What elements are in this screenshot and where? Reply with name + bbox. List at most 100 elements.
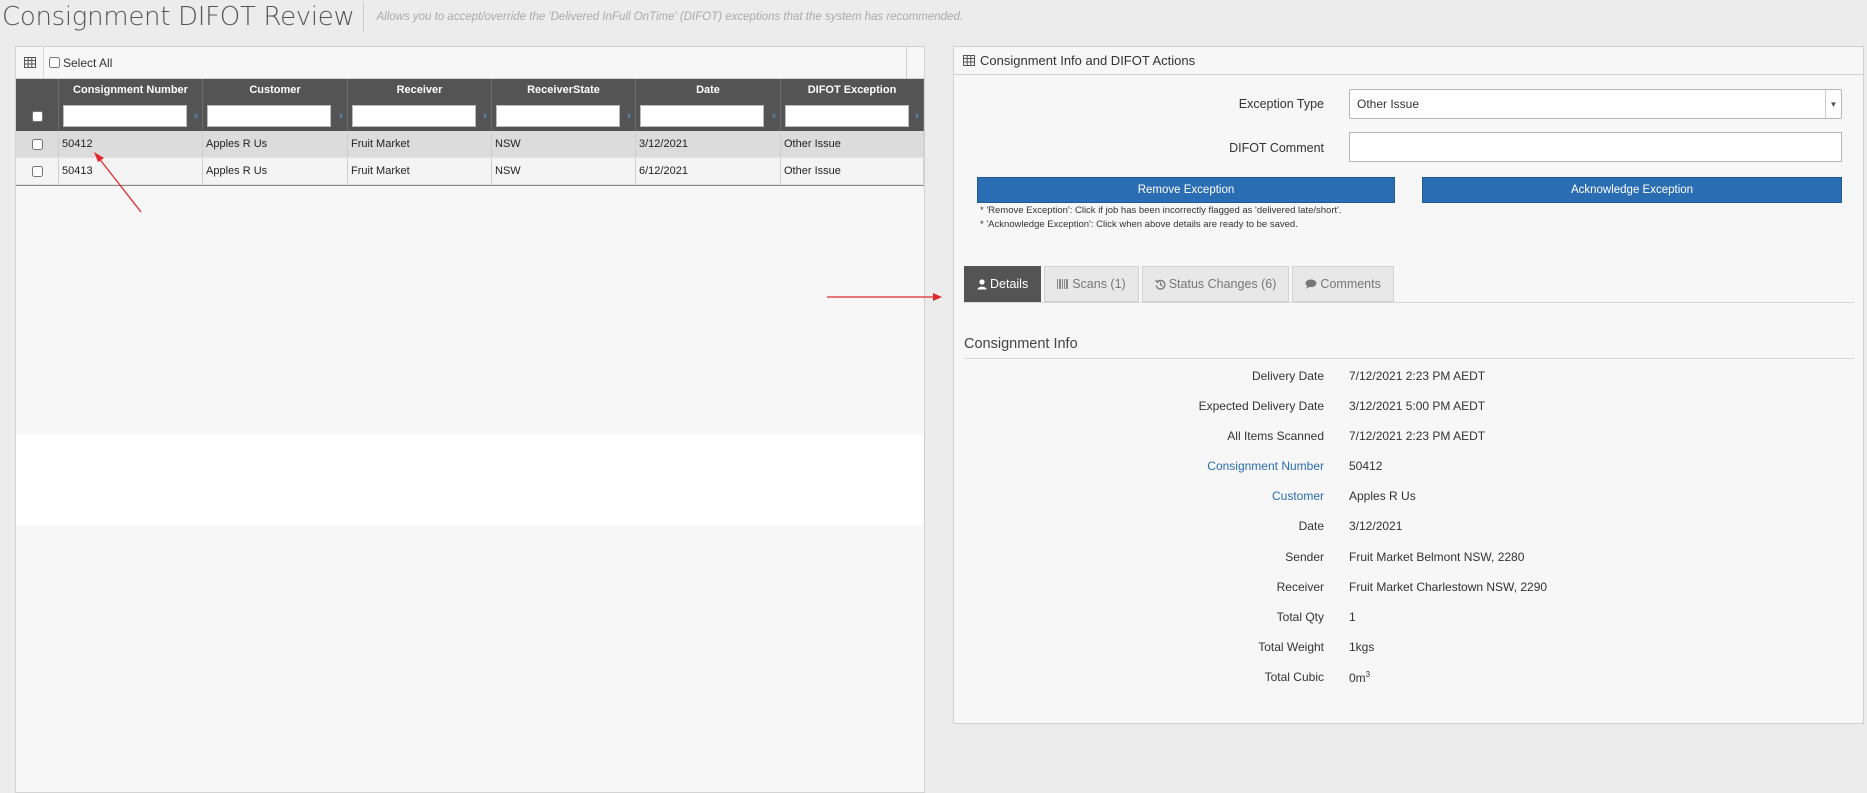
all-items-scanned-value: 7/12/2021 2:23 PM AEDT (1349, 429, 1486, 443)
tab-details[interactable]: Details (964, 266, 1042, 302)
column-header-consignment-number[interactable]: Consignment Number (59, 79, 203, 101)
info-tabs: Details Scans (1) Status Changes (6) Com… (964, 266, 1397, 302)
clear-filter-icon[interactable]: x (915, 111, 919, 120)
clear-filter-icon[interactable]: x (483, 111, 487, 120)
consignment-number-link[interactable]: Consignment Number (1074, 459, 1324, 473)
receiver-value: Fruit Market Charlestown NSW, 2290 (1349, 580, 1548, 594)
sender-label: Sender (1285, 550, 1324, 564)
cell-date[interactable]: 3/12/2021 (636, 131, 781, 157)
total-cubic-number: 0m (1349, 671, 1366, 685)
row-checkbox-cell (16, 158, 59, 184)
tab-details-label: Details (990, 277, 1029, 291)
clear-filter-icon[interactable]: x (772, 111, 776, 120)
delivery-date-value: 7/12/2021 2:23 PM AEDT (1349, 369, 1486, 383)
filter-cell: x (203, 101, 348, 131)
cubic-unit-exponent: 3 (1365, 670, 1371, 679)
cell-receiver[interactable]: Fruit Market (348, 158, 492, 184)
user-icon (977, 278, 987, 290)
filter-date-input[interactable] (640, 105, 764, 127)
sender-value: Fruit Market Belmont NSW, 2280 (1349, 550, 1525, 564)
toolbar-divider (906, 47, 907, 79)
filter-cell: x (781, 101, 924, 131)
table-icon[interactable] (16, 46, 44, 79)
filter-receiver-input[interactable] (352, 105, 476, 127)
delivery-date-label: Delivery Date (1251, 369, 1324, 383)
select-all[interactable]: Select All (49, 56, 112, 70)
tab-status-changes[interactable]: Status Changes (6) (1141, 266, 1290, 302)
filter-consignment-number-input[interactable] (63, 105, 187, 127)
tab-scans[interactable]: Scans (1) (1044, 266, 1139, 302)
difot-comment-label: DIFOT Comment (1229, 141, 1324, 155)
remove-exception-button[interactable]: Remove Exception (977, 177, 1395, 203)
total-cubic-label: Total Cubic (1264, 670, 1324, 684)
grid-empty-area (16, 434, 924, 525)
expected-delivery-date-label: Expected Delivery Date (1198, 399, 1324, 413)
acknowledge-exception-help: * 'Acknowledge Exception': Click when ab… (980, 219, 1298, 230)
column-header-receiver-state[interactable]: ReceiverState (492, 79, 636, 101)
select-all-checkbox[interactable] (49, 57, 60, 68)
filter-cell: x (492, 101, 636, 131)
column-header-customer[interactable]: Customer (203, 79, 348, 101)
clear-filter-icon[interactable]: x (194, 111, 198, 120)
difot-comment-input[interactable] (1349, 132, 1842, 162)
column-header-difot-exception[interactable]: DIFOT Exception (781, 79, 924, 101)
clear-filter-icon[interactable]: x (627, 111, 631, 120)
tab-comments[interactable]: Comments (1292, 266, 1394, 302)
total-qty-label: Total Qty (1276, 610, 1324, 624)
tab-status-changes-label: Status Changes (6) (1168, 277, 1277, 291)
row-checkbox-cell (16, 131, 59, 157)
consignment-info-panel: Consignment Info and DIFOT Actions Excep… (953, 46, 1864, 724)
cell-date[interactable]: 6/12/2021 (636, 158, 781, 184)
header-checkbox-col (16, 79, 59, 101)
remove-exception-help: * 'Remove Exception': Click if job has b… (980, 205, 1342, 216)
column-header-receiver[interactable]: Receiver (348, 79, 492, 101)
table-icon (963, 55, 975, 66)
cell-consignment-number[interactable]: 50413 (59, 158, 203, 184)
filter-customer-input[interactable] (207, 105, 331, 127)
exception-type-value: Other Issue (1357, 97, 1420, 111)
expected-delivery-date-value: 3/12/2021 5:00 PM AEDT (1349, 399, 1486, 413)
row-checkbox[interactable] (31, 138, 43, 150)
filter-difot-exception-input[interactable] (785, 105, 909, 127)
filter-receiver-state-input[interactable] (496, 105, 620, 127)
clear-filter-icon[interactable]: x (339, 111, 343, 120)
total-qty-value: 1 (1349, 610, 1356, 624)
exception-type-select[interactable]: Other Issue ▼ (1349, 89, 1842, 119)
exception-type-label: Exception Type (1238, 97, 1324, 111)
table-row[interactable]: 50413 Apples R Us Fruit Market NSW 6/12/… (16, 158, 924, 185)
customer-link[interactable]: Customer (1074, 489, 1324, 503)
row-checkbox[interactable] (31, 165, 43, 177)
cell-customer[interactable]: Apples R Us (203, 158, 348, 184)
page-title: Consignment DIFOT Review (2, 2, 355, 32)
header-checkbox[interactable] (31, 110, 43, 122)
all-items-scanned-label: All Items Scanned (1227, 429, 1324, 443)
consignment-number-value: 50412 (1349, 459, 1383, 473)
total-weight-value: 1kgs (1349, 640, 1375, 654)
chevron-down-icon[interactable]: ▼ (1825, 90, 1841, 118)
filter-cell: x (636, 101, 781, 131)
cell-difot-exception[interactable]: Other Issue (781, 131, 924, 157)
grid-filter-row: x x x x x x (16, 101, 924, 131)
panel-title: Consignment Info and DIFOT Actions (980, 53, 1196, 68)
cell-customer[interactable]: Apples R Us (203, 131, 348, 157)
column-header-date[interactable]: Date (636, 79, 781, 101)
tabs-divider (964, 302, 1854, 303)
filter-checkbox-cell (16, 101, 59, 131)
consignment-grid-panel: Select All Consignment Number Customer R… (15, 46, 925, 793)
cell-consignment-number[interactable]: 50412 (59, 131, 203, 157)
date-value: 3/12/2021 (1349, 519, 1403, 533)
page-subtitle: Allows you to accept/override the 'Deliv… (376, 11, 964, 23)
comment-icon (1305, 279, 1317, 289)
section-divider (964, 358, 1854, 359)
cell-receiver[interactable]: Fruit Market (348, 131, 492, 157)
history-icon (1154, 279, 1166, 290)
table-row[interactable]: 50412 Apples R Us Fruit Market NSW 3/12/… (16, 131, 924, 158)
select-all-label: Select All (63, 55, 113, 70)
cell-receiver-state[interactable]: NSW (492, 131, 636, 157)
page-header: Consignment DIFOT Review Allows you to a… (0, 0, 1867, 34)
total-cubic-value: 0m3 (1349, 670, 1370, 685)
acknowledge-exception-button[interactable]: Acknowledge Exception (1422, 177, 1842, 203)
cell-difot-exception[interactable]: Other Issue (781, 158, 924, 184)
filter-cell: x (59, 101, 203, 131)
cell-receiver-state[interactable]: NSW (492, 158, 636, 184)
